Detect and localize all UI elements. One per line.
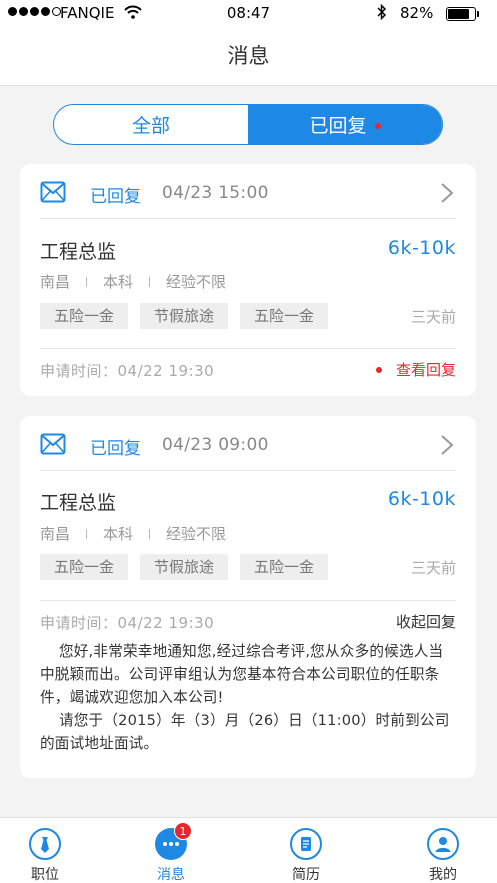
- segment-all-label: 全部: [131, 115, 170, 137]
- separator: [149, 528, 151, 539]
- reply-paragraph: 您好,非常荣幸地通知您,经过综合考评,您从众多的候选人当中脱颖而出。公司评审组认…: [40, 643, 444, 706]
- job-meta: 南昌 本科 经验不限: [40, 271, 226, 292]
- benefit-tag: 五险一金: [40, 554, 129, 580]
- view-reply-label: 查看回复: [395, 361, 456, 379]
- job-education: 本科: [103, 525, 134, 543]
- chevron-right-icon[interactable]: [440, 182, 454, 208]
- tab-label: 消息: [157, 867, 185, 883]
- battery-percent: 82%: [400, 4, 434, 22]
- tab-label: 简历: [292, 867, 320, 883]
- reply-status: 已回复: [90, 187, 141, 207]
- tab-messages[interactable]: 1 消息: [126, 818, 216, 883]
- divider: [40, 470, 456, 471]
- envelope-icon: [40, 433, 66, 459]
- message-card[interactable]: 已回复 04/23 09:00 工程总监 6k-10k 南昌 本科 经验不限 五…: [20, 416, 476, 778]
- segment-replied-label: 已回复: [309, 115, 367, 137]
- reply-date: 04/23 15:00: [162, 183, 269, 203]
- unread-dot: [374, 122, 381, 129]
- envelope-icon: [40, 181, 66, 207]
- segment-all[interactable]: 全部: [54, 105, 248, 144]
- separator: [86, 276, 88, 287]
- unread-count-badge: 1: [174, 822, 192, 840]
- job-meta: 南昌 本科 经验不限: [40, 523, 226, 544]
- posted-time: 三天前: [410, 308, 456, 326]
- message-card[interactable]: 已回复 04/23 15:00 工程总监 6k-10k 南昌 本科 经验不限 五…: [20, 164, 476, 396]
- tab-label: 我的: [429, 867, 457, 883]
- benefit-tag: 五险一金: [40, 303, 129, 329]
- job-experience: 经验不限: [166, 525, 227, 543]
- reply-date: 04/23 09:00: [162, 435, 269, 455]
- job-education: 本科: [103, 273, 134, 291]
- divider: [40, 600, 456, 601]
- page-title: 消息: [227, 44, 270, 68]
- navigation-bar: 消息: [0, 28, 497, 86]
- benefit-tag: 节假旅途: [140, 554, 229, 580]
- bluetooth-icon: [377, 3, 387, 24]
- reply-message: 您好,非常荣幸地通知您,经过综合考评,您从众多的候选人当中脱颖而出。公司评审组认…: [40, 640, 458, 755]
- reply-status: 已回复: [90, 439, 141, 459]
- apply-time: 申请时间：04/22 19:30: [40, 614, 215, 632]
- apply-time: 申请时间：04/22 19:30: [40, 362, 215, 380]
- divider: [40, 348, 456, 349]
- benefit-tags: 五险一金 节假旅途 五险一金: [40, 303, 329, 329]
- job-experience: 经验不限: [166, 273, 227, 291]
- view-reply-button[interactable]: 查看回复: [375, 359, 456, 380]
- benefit-tag: 节假旅途: [140, 303, 229, 329]
- tab-jobs[interactable]: 职位: [0, 818, 90, 883]
- tab-bar: 职位 1 消息 简历 我的: [0, 817, 497, 883]
- status-bar: FANQIE 08:47 82%: [0, 0, 497, 28]
- segment-replied[interactable]: 已回复: [248, 105, 442, 144]
- separator: [149, 276, 151, 287]
- salary: 6k-10k: [387, 488, 456, 510]
- resume-icon: [290, 828, 322, 860]
- separator: [86, 528, 88, 539]
- card-header[interactable]: 已回复 04/23 15:00: [20, 164, 476, 219]
- benefit-tags: 五险一金 节假旅途 五险一金: [40, 554, 329, 580]
- collapse-reply-button[interactable]: 收起回复: [396, 611, 456, 632]
- tab-profile[interactable]: 我的: [398, 818, 488, 883]
- battery-icon: [446, 7, 479, 21]
- segmented-control: 全部 已回复: [53, 104, 443, 145]
- unread-dot: [375, 366, 382, 373]
- tab-resume[interactable]: 简历: [261, 818, 351, 883]
- reply-paragraph: 请您于（2015）年（3）月（26）日（11:00）时前到公司的面试地址面试。: [40, 712, 450, 752]
- card-header[interactable]: 已回复 04/23 09:00: [20, 416, 476, 471]
- chevron-right-icon[interactable]: [440, 434, 454, 460]
- benefit-tag: 五险一金: [240, 554, 329, 580]
- person-icon: [427, 828, 459, 860]
- divider: [40, 218, 456, 219]
- tie-icon: [29, 828, 61, 860]
- tab-label: 职位: [31, 867, 59, 883]
- job-location: 南昌: [40, 525, 71, 543]
- salary: 6k-10k: [387, 237, 456, 259]
- benefit-tag: 五险一金: [240, 303, 329, 329]
- posted-time: 三天前: [410, 559, 456, 577]
- job-title: 工程总监: [40, 492, 117, 514]
- job-location: 南昌: [40, 273, 71, 291]
- job-title: 工程总监: [40, 241, 117, 263]
